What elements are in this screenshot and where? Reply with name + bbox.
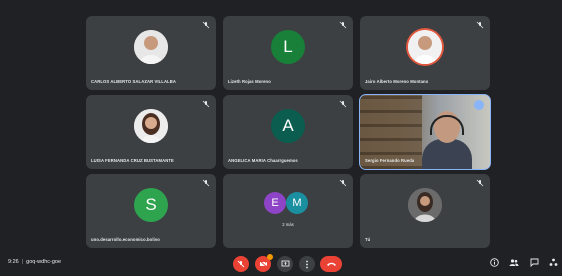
- participant-tile[interactable]: Jairo Alberto Moreno Montano: [360, 16, 490, 90]
- participant-name: uno.desarrollo.economico.bolivo: [91, 237, 160, 242]
- warning-badge-icon: [267, 254, 273, 260]
- meeting-info: 9:26 | goq-wdhc-goe: [8, 259, 61, 265]
- audio-level-icon: [474, 100, 484, 110]
- mic-off-icon: [476, 21, 484, 29]
- meeting-details-button[interactable]: [489, 258, 499, 268]
- others-count: 2 más: [282, 222, 294, 227]
- more-options-button[interactable]: [299, 256, 315, 272]
- self-tile[interactable]: Tú: [360, 174, 490, 248]
- participant-avatar: L: [271, 30, 305, 64]
- mic-off-icon: [339, 21, 347, 29]
- leave-call-button[interactable]: [320, 256, 342, 272]
- activities-button[interactable]: [548, 258, 558, 268]
- participant-tile[interactable]: A ANGELICA MARIA Chaarrguemos: [223, 95, 353, 169]
- meeting-stage: CARLOS ALBERTO SALAZAR VILLALBA L Lizeth…: [0, 0, 562, 251]
- participant-name: ANGELICA MARIA Chaarrguemos: [228, 158, 298, 163]
- headset: [430, 115, 464, 135]
- participant-tile[interactable]: CARLOS ALBERTO SALAZAR VILLALBA: [86, 16, 216, 90]
- participant-avatar: S: [134, 188, 168, 222]
- participant-name: Tú: [365, 237, 371, 242]
- participant-video-tile[interactable]: Sergio Fernando Rueda: [359, 94, 491, 170]
- others-tile[interactable]: E M 2 más: [223, 174, 353, 248]
- people-icon: [509, 254, 519, 272]
- camera-toggle-button[interactable]: [255, 254, 273, 272]
- participant-tile[interactable]: S uno.desarrollo.economico.bolivo: [86, 174, 216, 248]
- mic-toggle-button[interactable]: [233, 256, 249, 272]
- participant-avatar: [134, 109, 168, 143]
- participant-tile[interactable]: L Lizeth Rojas Moreno: [223, 16, 353, 90]
- participant-avatar: [408, 188, 442, 222]
- meeting-time: 9:26: [8, 259, 19, 265]
- participant-name: CARLOS ALBERTO SALAZAR VILLALBA: [91, 79, 176, 84]
- meeting-controls-bar: 9:26 | goq-wdhc-goe: [0, 251, 562, 276]
- video-person: [422, 139, 472, 169]
- participant-name: LUISA FERNANDA CRUZ BUSTAMANTE: [91, 158, 174, 163]
- camera-off-icon: [259, 260, 268, 268]
- chat-icon: [530, 254, 539, 272]
- hang-up-icon: [326, 261, 337, 267]
- present-button[interactable]: [277, 256, 293, 272]
- participant-avatar: A: [271, 109, 305, 143]
- mic-off-icon: [339, 100, 347, 108]
- present-icon: [281, 260, 290, 268]
- participant-avatar: [134, 30, 168, 64]
- more-icon: [305, 260, 309, 269]
- info-icon: [489, 254, 499, 272]
- participant-name: Lizeth Rojas Moreno: [228, 79, 271, 84]
- meeting-code: goq-wdhc-goe: [26, 259, 62, 265]
- mic-off-icon: [202, 21, 210, 29]
- people-button[interactable]: [509, 258, 519, 268]
- mic-off-icon: [202, 179, 210, 187]
- separator: |: [21, 259, 24, 265]
- mic-off-icon: [202, 100, 210, 108]
- mic-off-icon: [237, 260, 245, 268]
- participant-tile[interactable]: LUISA FERNANDA CRUZ BUSTAMANTE: [86, 95, 216, 169]
- participant-avatar: M: [286, 192, 308, 214]
- participant-name: Jairo Alberto Moreno Montano: [365, 79, 429, 84]
- mic-off-icon: [339, 179, 347, 187]
- participant-name: Sergio Fernando Rueda: [365, 158, 415, 163]
- mic-off-icon: [476, 179, 484, 187]
- participant-avatar: E: [264, 192, 286, 214]
- activities-icon: [549, 254, 558, 272]
- participant-avatar: [408, 30, 442, 64]
- chat-button[interactable]: [529, 258, 539, 268]
